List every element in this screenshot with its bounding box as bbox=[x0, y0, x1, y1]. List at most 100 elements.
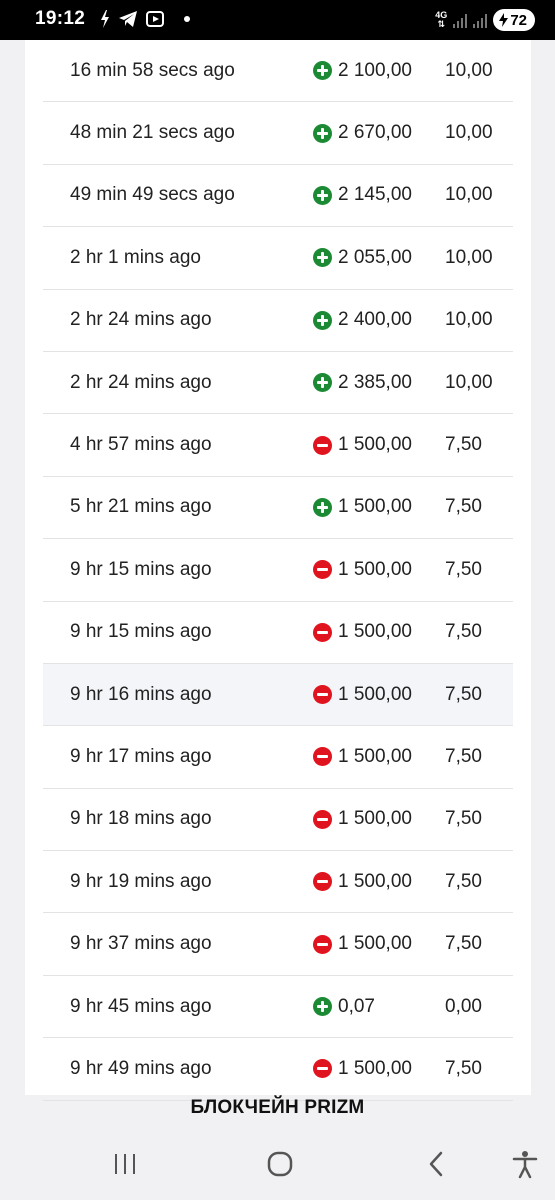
transaction-time: 5 hr 21 mins ago bbox=[70, 496, 212, 518]
transaction-amount: 2 385,00 bbox=[338, 371, 412, 393]
transaction-fee: 7,50 bbox=[445, 621, 482, 643]
outgoing-minus-icon bbox=[313, 809, 332, 829]
transaction-row[interactable]: 9 hr 15 mins ago 1 500,00 7,50 bbox=[43, 602, 513, 664]
transaction-amount-cell: 1 500,00 bbox=[313, 684, 412, 706]
telegram-icon bbox=[119, 11, 137, 27]
transaction-row[interactable]: 16 min 58 secs ago 2 100,00 10,00 bbox=[43, 40, 513, 103]
transaction-amount: 1 500,00 bbox=[338, 496, 412, 518]
transaction-amount: 0,07 bbox=[338, 995, 375, 1017]
transaction-amount-cell: 2 100,00 bbox=[313, 60, 412, 82]
notification-icons bbox=[100, 10, 190, 28]
transaction-time: 9 hr 49 mins ago bbox=[70, 1057, 212, 1079]
status-time: 19:12 bbox=[35, 8, 86, 29]
transaction-fee: 7,50 bbox=[445, 870, 482, 892]
transaction-time: 9 hr 17 mins ago bbox=[70, 745, 212, 767]
transaction-amount: 1 500,00 bbox=[338, 933, 412, 955]
signal-icon-2 bbox=[473, 12, 488, 28]
transaction-row[interactable]: 9 hr 15 mins ago 1 500,00 7,50 bbox=[43, 539, 513, 602]
transaction-fee: 7,50 bbox=[445, 434, 482, 456]
transaction-fee: 7,50 bbox=[445, 558, 482, 580]
transaction-row[interactable]: 2 hr 1 mins ago 2 055,00 10,00 bbox=[43, 227, 513, 290]
transaction-amount-cell: 2 670,00 bbox=[313, 122, 412, 144]
transaction-amount: 1 500,00 bbox=[338, 434, 412, 456]
transaction-amount-cell: 1 500,00 bbox=[313, 434, 412, 456]
battery-level: 72 bbox=[510, 11, 527, 29]
transaction-fee: 7,50 bbox=[445, 808, 482, 830]
transaction-amount-cell: 2 385,00 bbox=[313, 372, 412, 394]
transaction-fee: 10,00 bbox=[445, 184, 493, 206]
transaction-row[interactable]: 5 hr 21 mins ago 1 500,00 7,50 bbox=[43, 477, 513, 540]
transaction-amount-cell: 0,07 bbox=[313, 996, 375, 1018]
transaction-amount-cell: 1 500,00 bbox=[313, 1058, 412, 1080]
transaction-time: 9 hr 15 mins ago bbox=[70, 558, 212, 580]
incoming-plus-icon bbox=[313, 61, 332, 81]
incoming-plus-icon bbox=[313, 185, 332, 205]
signal-icon bbox=[453, 12, 468, 28]
transaction-row[interactable]: 9 hr 37 mins ago 1 500,00 7,50 bbox=[43, 913, 513, 976]
transaction-row[interactable]: 9 hr 19 mins ago 1 500,00 7,50 bbox=[43, 851, 513, 914]
transaction-amount: 1 500,00 bbox=[338, 558, 412, 580]
back-button[interactable] bbox=[416, 1146, 456, 1182]
outgoing-minus-icon bbox=[313, 747, 332, 767]
transaction-row[interactable]: 9 hr 49 mins ago 1 500,00 7,50 bbox=[43, 1038, 513, 1101]
transaction-time: 9 hr 19 mins ago bbox=[70, 870, 212, 892]
recent-apps-icon bbox=[115, 1154, 135, 1174]
transaction-amount-cell: 1 500,00 bbox=[313, 746, 412, 768]
transaction-amount-cell: 1 500,00 bbox=[313, 871, 412, 893]
transaction-time: 9 hr 37 mins ago bbox=[70, 933, 212, 955]
transaction-time: 49 min 49 secs ago bbox=[70, 184, 235, 206]
transaction-fee: 7,50 bbox=[445, 1057, 482, 1079]
transaction-fee: 10,00 bbox=[445, 246, 493, 268]
transaction-time: 9 hr 15 mins ago bbox=[70, 621, 212, 643]
transaction-amount: 2 055,00 bbox=[338, 246, 412, 268]
charging-icon bbox=[499, 13, 509, 27]
transaction-time: 2 hr 24 mins ago bbox=[70, 371, 212, 393]
flash-icon bbox=[101, 10, 109, 28]
transaction-row[interactable]: 49 min 49 secs ago 2 145,00 10,00 bbox=[43, 165, 513, 228]
transaction-amount: 2 400,00 bbox=[338, 309, 412, 331]
transaction-row[interactable]: 9 hr 18 mins ago 1 500,00 7,50 bbox=[43, 789, 513, 852]
incoming-plus-icon bbox=[313, 497, 332, 517]
battery-indicator: 72 bbox=[493, 9, 535, 31]
incoming-plus-icon bbox=[313, 997, 332, 1017]
transaction-time: 9 hr 16 mins ago bbox=[70, 683, 212, 705]
recent-apps-button[interactable] bbox=[105, 1146, 145, 1182]
transaction-row[interactable]: 9 hr 16 mins ago 1 500,00 7,50 bbox=[43, 663, 513, 727]
home-icon bbox=[267, 1151, 293, 1177]
home-button[interactable] bbox=[260, 1146, 300, 1182]
transaction-amount: 2 100,00 bbox=[338, 59, 412, 81]
accessibility-icon bbox=[512, 1151, 538, 1179]
transaction-time: 48 min 21 secs ago bbox=[70, 122, 235, 144]
transaction-amount: 1 500,00 bbox=[338, 1057, 412, 1079]
transaction-fee: 10,00 bbox=[445, 59, 493, 81]
incoming-plus-icon bbox=[313, 248, 332, 268]
transaction-fee: 7,50 bbox=[445, 496, 482, 518]
transaction-row[interactable]: 4 hr 57 mins ago 1 500,00 7,50 bbox=[43, 414, 513, 477]
transactions-list: 16 min 58 secs ago 2 100,00 10,00 48 min 21… bbox=[43, 40, 513, 1101]
transaction-amount-cell: 2 145,00 bbox=[313, 184, 412, 206]
outgoing-minus-icon bbox=[313, 435, 332, 455]
transaction-row[interactable]: 2 hr 24 mins ago 2 385,00 10,00 bbox=[43, 352, 513, 415]
media-play-icon bbox=[146, 11, 164, 27]
incoming-plus-icon bbox=[313, 123, 332, 143]
outgoing-minus-icon bbox=[313, 622, 332, 642]
transaction-row[interactable]: 48 min 21 secs ago 2 670,00 10,00 bbox=[43, 102, 513, 165]
transaction-row[interactable]: 9 hr 17 mins ago 1 500,00 7,50 bbox=[43, 726, 513, 789]
transaction-fee: 7,50 bbox=[445, 745, 482, 767]
network-type: 4G ⇅ bbox=[435, 10, 448, 29]
status-bar: 19:12 4G ⇅ 72 bbox=[0, 0, 555, 40]
transaction-row[interactable]: 2 hr 24 mins ago 2 400,00 10,00 bbox=[43, 290, 513, 352]
incoming-plus-icon bbox=[313, 310, 332, 330]
transaction-amount: 1 500,00 bbox=[338, 621, 412, 643]
transaction-amount: 1 500,00 bbox=[338, 745, 412, 767]
transaction-amount-cell: 1 500,00 bbox=[313, 808, 412, 830]
transaction-time: 4 hr 57 mins ago bbox=[70, 434, 212, 456]
transaction-amount-cell: 1 500,00 bbox=[313, 621, 412, 643]
outgoing-minus-icon bbox=[313, 1059, 332, 1079]
transaction-fee: 0,00 bbox=[445, 995, 482, 1017]
transaction-time: 2 hr 1 mins ago bbox=[70, 246, 201, 268]
transaction-time: 16 min 58 secs ago bbox=[70, 59, 235, 81]
transaction-row[interactable]: 9 hr 45 mins ago 0,07 0,00 bbox=[43, 976, 513, 1039]
transaction-amount: 1 500,00 bbox=[338, 808, 412, 830]
accessibility-button[interactable] bbox=[505, 1146, 545, 1182]
